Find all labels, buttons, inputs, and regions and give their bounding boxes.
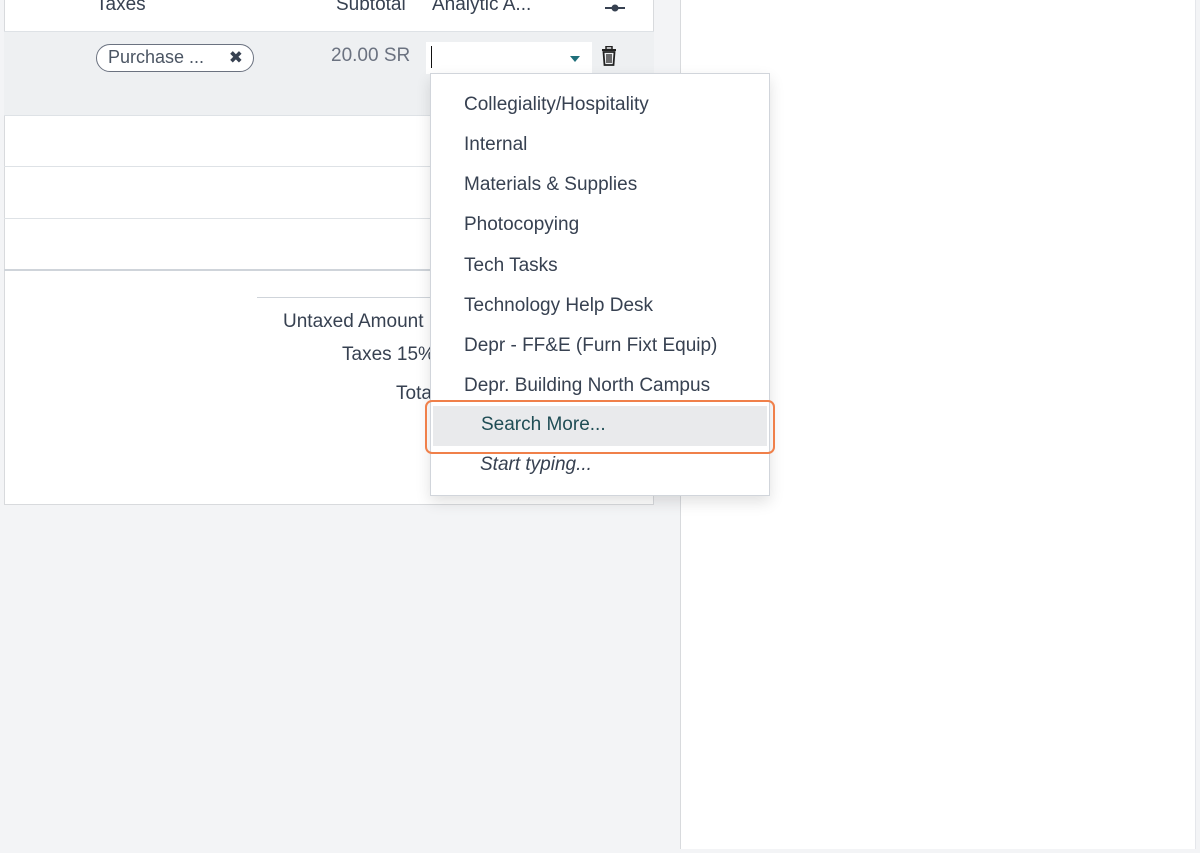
line-subtotal: 20.00 SR — [331, 45, 411, 66]
tax-tag-label: Purchase ... — [108, 47, 205, 67]
dropdown-option[interactable]: Collegiality/Hospitality — [464, 94, 649, 116]
caret-down-icon[interactable] — [570, 56, 580, 62]
dropdown-option[interactable]: Internal — [464, 134, 527, 156]
analytic-account-dropdown: Collegiality/Hospitality Internal Materi… — [430, 73, 770, 496]
dropdown-option[interactable]: Depr - FF&E (Furn Fixt Equip) — [464, 335, 717, 357]
row-divider — [4, 166, 430, 167]
total-label: Total — [396, 383, 430, 404]
column-header-analytic[interactable]: Analytic A... — [432, 0, 531, 16]
tax-tag[interactable]: Purchase ... ✖ — [96, 44, 254, 72]
dropdown-option[interactable]: Technology Help Desk — [464, 295, 653, 317]
text-cursor — [431, 46, 432, 68]
bottom-edge — [0, 849, 1200, 853]
dropdown-option[interactable]: Materials & Supplies — [464, 174, 637, 196]
taxes-label: Taxes 15% — [342, 344, 430, 365]
dropdown-option[interactable]: Photocopying — [464, 214, 579, 236]
column-toggle-icon[interactable] — [603, 0, 627, 18]
column-header-taxes[interactable]: Taxes — [96, 0, 146, 16]
trash-icon[interactable] — [600, 46, 618, 66]
column-header-subtotal[interactable]: Subtotal — [336, 0, 406, 16]
untaxed-amount-label: Untaxed Amount — [283, 311, 424, 332]
search-more-label: Search More... — [481, 414, 606, 435]
search-more-option[interactable]: Search More... — [433, 406, 767, 446]
start-typing-hint: Start typing... — [480, 454, 592, 475]
close-icon[interactable]: ✖ — [229, 45, 243, 70]
totals-separator — [4, 269, 430, 271]
dropdown-option[interactable]: Tech Tasks — [464, 255, 558, 277]
row-divider — [4, 218, 430, 219]
analytic-account-input[interactable] — [426, 42, 592, 74]
dropdown-option[interactable]: Depr. Building North Campus — [464, 375, 710, 397]
totals-divider — [257, 297, 430, 298]
